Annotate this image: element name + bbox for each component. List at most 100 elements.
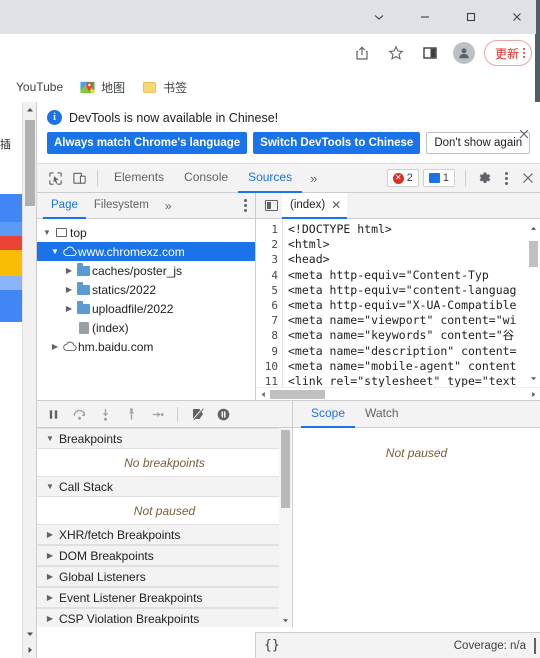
bookmark-youtube[interactable]: YouTube	[0, 79, 63, 95]
chevron-right-icon[interactable]: ▶	[45, 572, 55, 581]
dock-to-bottom-icon[interactable]	[534, 637, 536, 654]
close-icon[interactable]	[494, 0, 540, 34]
close-icon[interactable]: ✕	[331, 198, 341, 212]
tree-item-label: statics/2022	[92, 282, 157, 297]
bookmark-label: 地图	[101, 80, 126, 95]
step-into-icon[interactable]	[97, 406, 114, 423]
side-panel-icon[interactable]	[416, 39, 444, 67]
accordion-scrollbar[interactable]	[279, 428, 292, 627]
section-call-stack[interactable]: ▼ Call Stack	[37, 476, 292, 497]
pause-script-execution-icon[interactable]	[45, 406, 62, 423]
tab-scope[interactable]: Scope	[301, 401, 356, 428]
chevron-right-icon[interactable]: ▶	[63, 285, 75, 294]
section-csp-violation-breakpoints[interactable]: ▶ CSP Violation Breakpoints	[37, 608, 292, 627]
bookmark-folder[interactable]: 书签	[141, 79, 187, 96]
scroll-thumb[interactable]	[270, 390, 325, 399]
chevron-right-icon[interactable]: ▶	[45, 614, 55, 623]
section-xhr-fetch-breakpoints[interactable]: ▶ XHR/fetch Breakpoints	[37, 524, 292, 545]
pause-on-exceptions-icon[interactable]	[215, 406, 232, 423]
chevron-right-icon[interactable]: ▶	[45, 593, 55, 602]
section-label: DOM Breakpoints	[59, 548, 154, 563]
tree-item-statics-2022[interactable]: ▶ statics/2022	[37, 280, 255, 299]
close-devtools-icon[interactable]	[516, 166, 540, 190]
pretty-print-braces-icon[interactable]: {}	[264, 638, 280, 653]
tree-item-uploadfile-2022[interactable]: ▶ uploadfile/2022	[37, 299, 255, 318]
chevron-right-double-icon[interactable]: »	[157, 193, 180, 219]
show-navigator-icon[interactable]	[260, 195, 282, 217]
inspect-element-icon[interactable]	[43, 166, 67, 190]
message-count-badge[interactable]: 1	[422, 169, 455, 187]
message-icon	[428, 173, 440, 183]
devtools-toolbar: Elements Console Sources » ✕ 2 1	[37, 164, 540, 193]
tree-item-chromexz[interactable]: ▼ www.chromexz.com	[37, 242, 255, 261]
tab-sources[interactable]: Sources	[238, 164, 303, 193]
tab-console[interactable]: Console	[174, 164, 238, 193]
deactivate-breakpoints-icon[interactable]	[189, 406, 206, 423]
section-event-listener-breakpoints[interactable]: ▶ Event Listener Breakpoints	[37, 587, 292, 608]
tree-item-top[interactable]: ▼ top	[37, 223, 255, 242]
three-dot-menu-icon[interactable]	[523, 48, 525, 58]
switch-devtools-to-chinese-button[interactable]: Switch DevTools to Chinese	[253, 132, 421, 154]
tab-watch[interactable]: Watch	[355, 401, 409, 428]
chevron-down-icon[interactable]: ▼	[45, 434, 55, 443]
chevron-down-icon[interactable]: ▼	[45, 482, 55, 491]
section-dom-breakpoints[interactable]: ▶ DOM Breakpoints	[37, 545, 292, 566]
scroll-right-arrow-icon[interactable]	[526, 388, 540, 401]
editor-horizontal-scrollbar[interactable]	[256, 387, 540, 400]
tab-filesystem[interactable]: Filesystem	[86, 193, 157, 219]
section-breakpoints[interactable]: ▼ Breakpoints	[37, 428, 292, 449]
three-dot-menu-icon[interactable]	[235, 194, 255, 218]
scroll-up-arrow-icon[interactable]	[23, 102, 37, 118]
chevron-right-icon[interactable]: ▶	[63, 266, 75, 275]
error-count-badge[interactable]: ✕ 2	[386, 169, 419, 187]
divider	[97, 170, 98, 186]
chevron-right-double-icon[interactable]: »	[302, 164, 325, 193]
scroll-left-arrow-icon[interactable]	[256, 388, 270, 401]
always-match-language-button[interactable]: Always match Chrome's language	[47, 132, 248, 154]
code-content[interactable]: <!DOCTYPE html> <html> <head> <meta http…	[283, 219, 540, 387]
chevron-down-icon[interactable]	[356, 0, 402, 34]
three-dot-menu-icon[interactable]	[496, 166, 516, 190]
scroll-thumb[interactable]	[25, 120, 35, 206]
line-number: 10	[264, 359, 278, 373]
close-icon[interactable]	[516, 126, 532, 142]
scroll-thumb[interactable]	[529, 241, 538, 267]
scroll-thumb[interactable]	[281, 430, 290, 508]
line-number: 6	[271, 298, 278, 312]
scroll-down-arrow-icon[interactable]	[527, 371, 540, 385]
chevron-right-icon[interactable]: ▶	[63, 304, 75, 313]
scroll-down-arrow-icon[interactable]	[279, 613, 292, 627]
avatar	[452, 42, 475, 64]
star-icon[interactable]	[382, 39, 410, 67]
dont-show-again-button[interactable]: Don't show again	[426, 132, 531, 154]
page-scrollbar[interactable]	[22, 102, 36, 658]
step-out-icon[interactable]	[123, 406, 140, 423]
chevron-down-icon[interactable]: ▼	[49, 247, 61, 256]
call-stack-empty-text: Not paused	[37, 497, 292, 524]
minimize-icon[interactable]	[402, 0, 448, 34]
scroll-down-arrow-icon[interactable]	[23, 626, 37, 642]
profile-avatar-icon[interactable]	[450, 39, 478, 67]
device-toolbar-icon[interactable]	[67, 166, 91, 190]
tree-item-hm-baidu-com[interactable]: ▶ hm.baidu.com	[37, 337, 255, 356]
maximize-icon[interactable]	[448, 0, 494, 34]
editor-tab-index[interactable]: (index) ✕	[282, 192, 348, 219]
share-icon[interactable]	[348, 39, 376, 67]
chevron-right-icon[interactable]: ▶	[45, 530, 55, 539]
scroll-up-arrow-icon[interactable]	[527, 221, 540, 235]
tree-item-index[interactable]: (index)	[37, 318, 255, 337]
chevron-right-icon[interactable]: ▶	[49, 342, 61, 351]
chevron-down-icon[interactable]: ▼	[41, 228, 53, 237]
section-global-listeners[interactable]: ▶ Global Listeners	[37, 566, 292, 587]
step-over-icon[interactable]	[71, 406, 88, 423]
step-icon[interactable]	[149, 406, 166, 423]
bookmark-maps[interactable]: 地图	[79, 79, 125, 96]
editor-vertical-scrollbar[interactable]	[527, 219, 540, 387]
message-count: 1	[442, 172, 449, 184]
update-button[interactable]: 更新	[483, 40, 532, 66]
tree-item-caches-poster-js[interactable]: ▶ caches/poster_js	[37, 261, 255, 280]
tab-elements[interactable]: Elements	[104, 164, 174, 193]
chevron-right-icon[interactable]: ▶	[45, 551, 55, 560]
tab-page[interactable]: Page	[43, 193, 86, 219]
gear-icon[interactable]	[472, 166, 496, 190]
